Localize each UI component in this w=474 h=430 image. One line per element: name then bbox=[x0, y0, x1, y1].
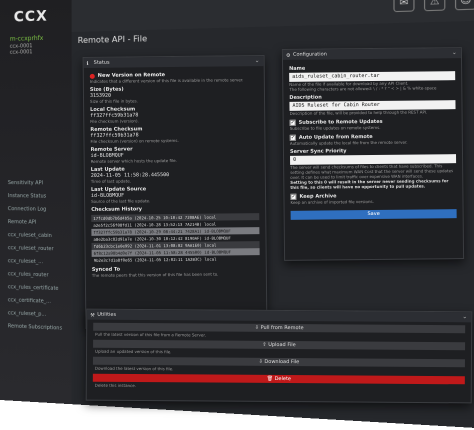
field-desc: Indicates that a different version of th… bbox=[89, 77, 244, 84]
alert-icon[interactable]: ⚠2 bbox=[423, 0, 446, 12]
configuration-title: Configuration bbox=[292, 51, 327, 58]
ccx-logo: CCX bbox=[13, 8, 48, 26]
history-row: 9b2e3c7d1a8f0e65 (2024-11-05 12:02:11 1A… bbox=[93, 256, 217, 263]
nav-list: Sensitivity API Instance Status Connecti… bbox=[8, 180, 68, 339]
configuration-header[interactable]: ⚙ Configuration ⌄ bbox=[282, 48, 462, 60]
status-header[interactable]: ℹ Status ⌄ bbox=[83, 56, 264, 68]
utilities-panel: ⚒ Utilities ⌄ ⇩ Pull from Remote Pull th… bbox=[85, 308, 473, 404]
checksum-history-list: 17fcd0db7b6d4b5a (2024-10-25 10:10:42 72… bbox=[91, 213, 260, 264]
status-panel: ℹ Status ⌄ New Version on Remote Indicat… bbox=[82, 55, 268, 329]
gear-icon: ⚙ bbox=[285, 52, 291, 59]
field-desc: File checksum (version). bbox=[90, 118, 139, 124]
nav-item[interactable]: ccx_ruleset_router bbox=[8, 245, 68, 252]
field-desc: The server will send checksums of files … bbox=[290, 163, 454, 180]
upload-label: Upload File bbox=[268, 341, 296, 349]
field-desc: Source of the last file update. bbox=[91, 198, 151, 204]
nav-item[interactable]: ccx_rules_certificate bbox=[8, 284, 68, 292]
status-dot-icon bbox=[89, 73, 95, 79]
user-icon[interactable]: ☺ bbox=[454, 0, 474, 11]
host-sub: ccx-0001 bbox=[9, 49, 33, 56]
chevron-down-icon[interactable]: ⌄ bbox=[452, 48, 457, 58]
field-label: Checksum History bbox=[91, 206, 143, 213]
download-label: Download File bbox=[264, 358, 300, 366]
nav-item[interactable]: Instance Status bbox=[8, 193, 68, 200]
field-desc: Automatically update the local file from… bbox=[289, 139, 408, 146]
status-title: Status bbox=[93, 59, 110, 66]
sidebar: CCX m-ccxprhfx ccx-0001 ccx-0001 Sensiti… bbox=[0, 0, 72, 405]
utilities-title: Utilities bbox=[97, 311, 117, 318]
field-desc: The following characters are not allowed… bbox=[289, 85, 437, 92]
nav-item[interactable]: Remote API bbox=[8, 219, 68, 226]
save-button[interactable]: Save bbox=[290, 209, 457, 220]
page-title: Remote API - File bbox=[77, 34, 148, 46]
nav-item[interactable]: Sensitivity API bbox=[8, 180, 68, 187]
nav-item[interactable]: ccx_rules_router bbox=[8, 271, 68, 279]
configuration-panel: ⚙ Configuration ⌄ Name aids_ruleset_cabi… bbox=[281, 47, 465, 261]
field-desc: The remote peers that this version of th… bbox=[91, 271, 219, 278]
nav-item[interactable]: Connection Log bbox=[8, 206, 68, 213]
pull-label: Pull from Remote bbox=[260, 324, 304, 332]
nav-item[interactable]: ccx_ruleset_p... bbox=[8, 310, 68, 318]
priority-note: Setting to this 0 will result in the ser… bbox=[290, 178, 449, 190]
chevron-down-icon[interactable]: ⌄ bbox=[462, 312, 467, 322]
field-desc: Remote server which hosts the update fil… bbox=[90, 157, 177, 164]
field-desc: Description of the file, will be provide… bbox=[289, 109, 428, 116]
delete-label: Delete bbox=[274, 375, 292, 383]
nav-item[interactable]: ccx_certificate_... bbox=[8, 297, 68, 305]
nav-item[interactable]: ccx_ruleset_cabin bbox=[8, 232, 68, 239]
field-desc: Time of last update. bbox=[90, 178, 131, 184]
field-desc: Size of this file in bytes. bbox=[90, 98, 138, 104]
chat-icon[interactable]: ✉17 bbox=[393, 0, 415, 13]
wrench-icon: ⚒ bbox=[90, 312, 95, 319]
field-desc: Keep an archive of imported file version… bbox=[290, 198, 374, 205]
nav-item[interactable]: ccx_ruleset_... bbox=[8, 258, 68, 266]
info-icon: ℹ bbox=[86, 60, 89, 67]
chevron-down-icon[interactable]: ⌄ bbox=[255, 56, 260, 66]
nav-item[interactable]: Remote Subscriptions bbox=[8, 323, 68, 332]
utilities-header[interactable]: ⚒ Utilities ⌄ bbox=[87, 309, 472, 323]
field-desc: Subscribe to file updates on remote syst… bbox=[289, 124, 381, 131]
field-desc: File checksum (version) on remote system… bbox=[90, 137, 179, 144]
host-name: m-ccxprhfx bbox=[9, 34, 44, 43]
